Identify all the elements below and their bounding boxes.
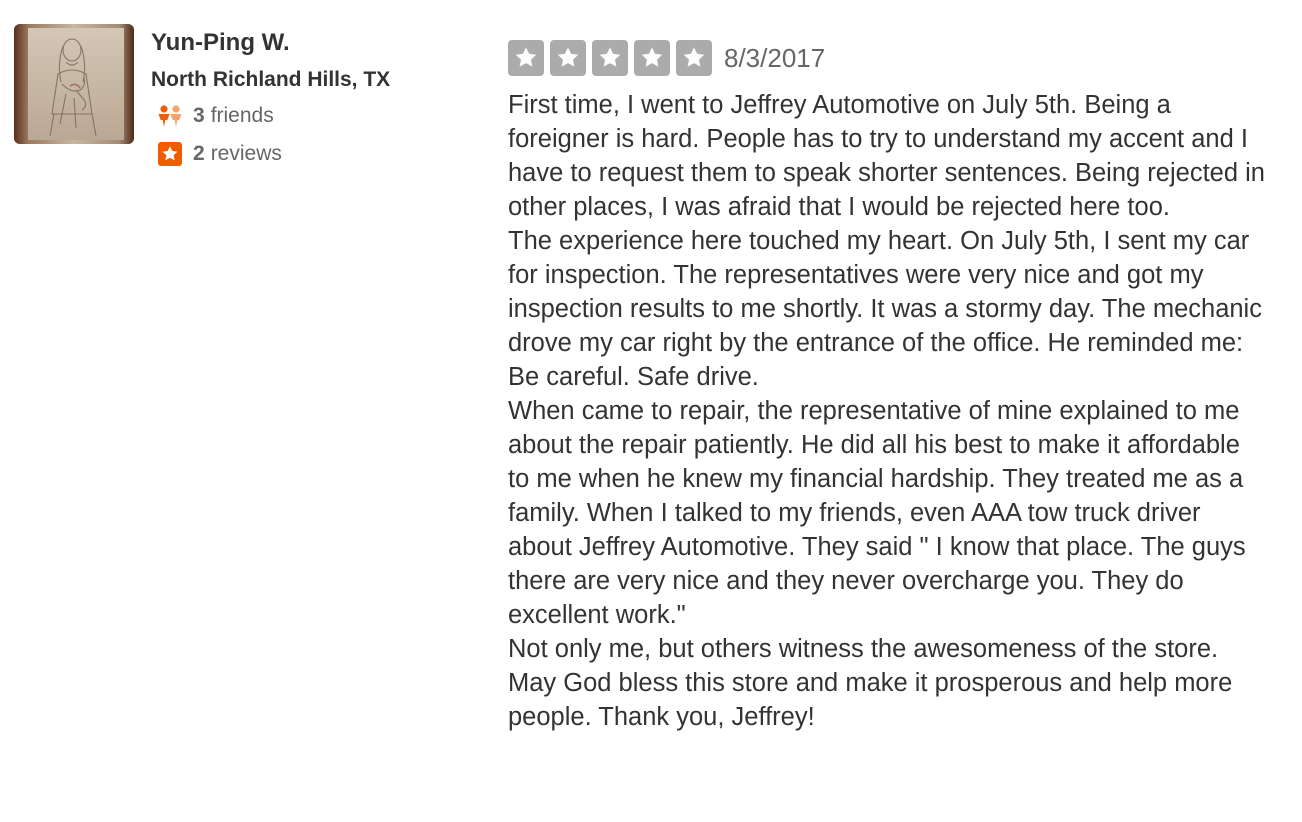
review-paragraph: First time, I went to Jeffrey Automotive… — [508, 91, 1265, 221]
star-icon — [592, 40, 628, 76]
review-date: 8/3/2017 — [724, 43, 826, 73]
reviews-label: reviews — [210, 142, 282, 165]
review-card: Yun-Ping W. North Richland Hills, TX 3 f… — [0, 0, 1302, 822]
friends-stat: 3 friends — [156, 103, 274, 129]
star-icon — [676, 40, 712, 76]
review-paragraph: When came to repair, the representative … — [508, 397, 1246, 629]
user-location: North Richland Hills, TX — [151, 68, 391, 91]
user-avatar[interactable] — [14, 24, 134, 144]
star-icon — [508, 40, 544, 76]
review-star-icon — [156, 142, 184, 166]
friends-label: friends — [210, 104, 274, 127]
user-name[interactable]: Yun-Ping W. — [151, 29, 290, 57]
friends-count: 3 — [193, 104, 205, 127]
reviews-count: 2 — [193, 142, 205, 165]
reviews-stat: 2 reviews — [156, 141, 282, 167]
star-icon — [550, 40, 586, 76]
star-icon — [634, 40, 670, 76]
review-paragraph: The experience here touched my heart. On… — [508, 227, 1262, 391]
user-photo-sketch-icon — [14, 24, 134, 144]
friends-icon — [156, 104, 184, 128]
review-text: First time, I went to Jeffrey Automotive… — [508, 88, 1268, 734]
review-rating-row: 8/3/2017 — [508, 40, 825, 76]
star-rating — [508, 40, 712, 76]
review-paragraph: Not only me, but others witness the awes… — [508, 635, 1233, 731]
